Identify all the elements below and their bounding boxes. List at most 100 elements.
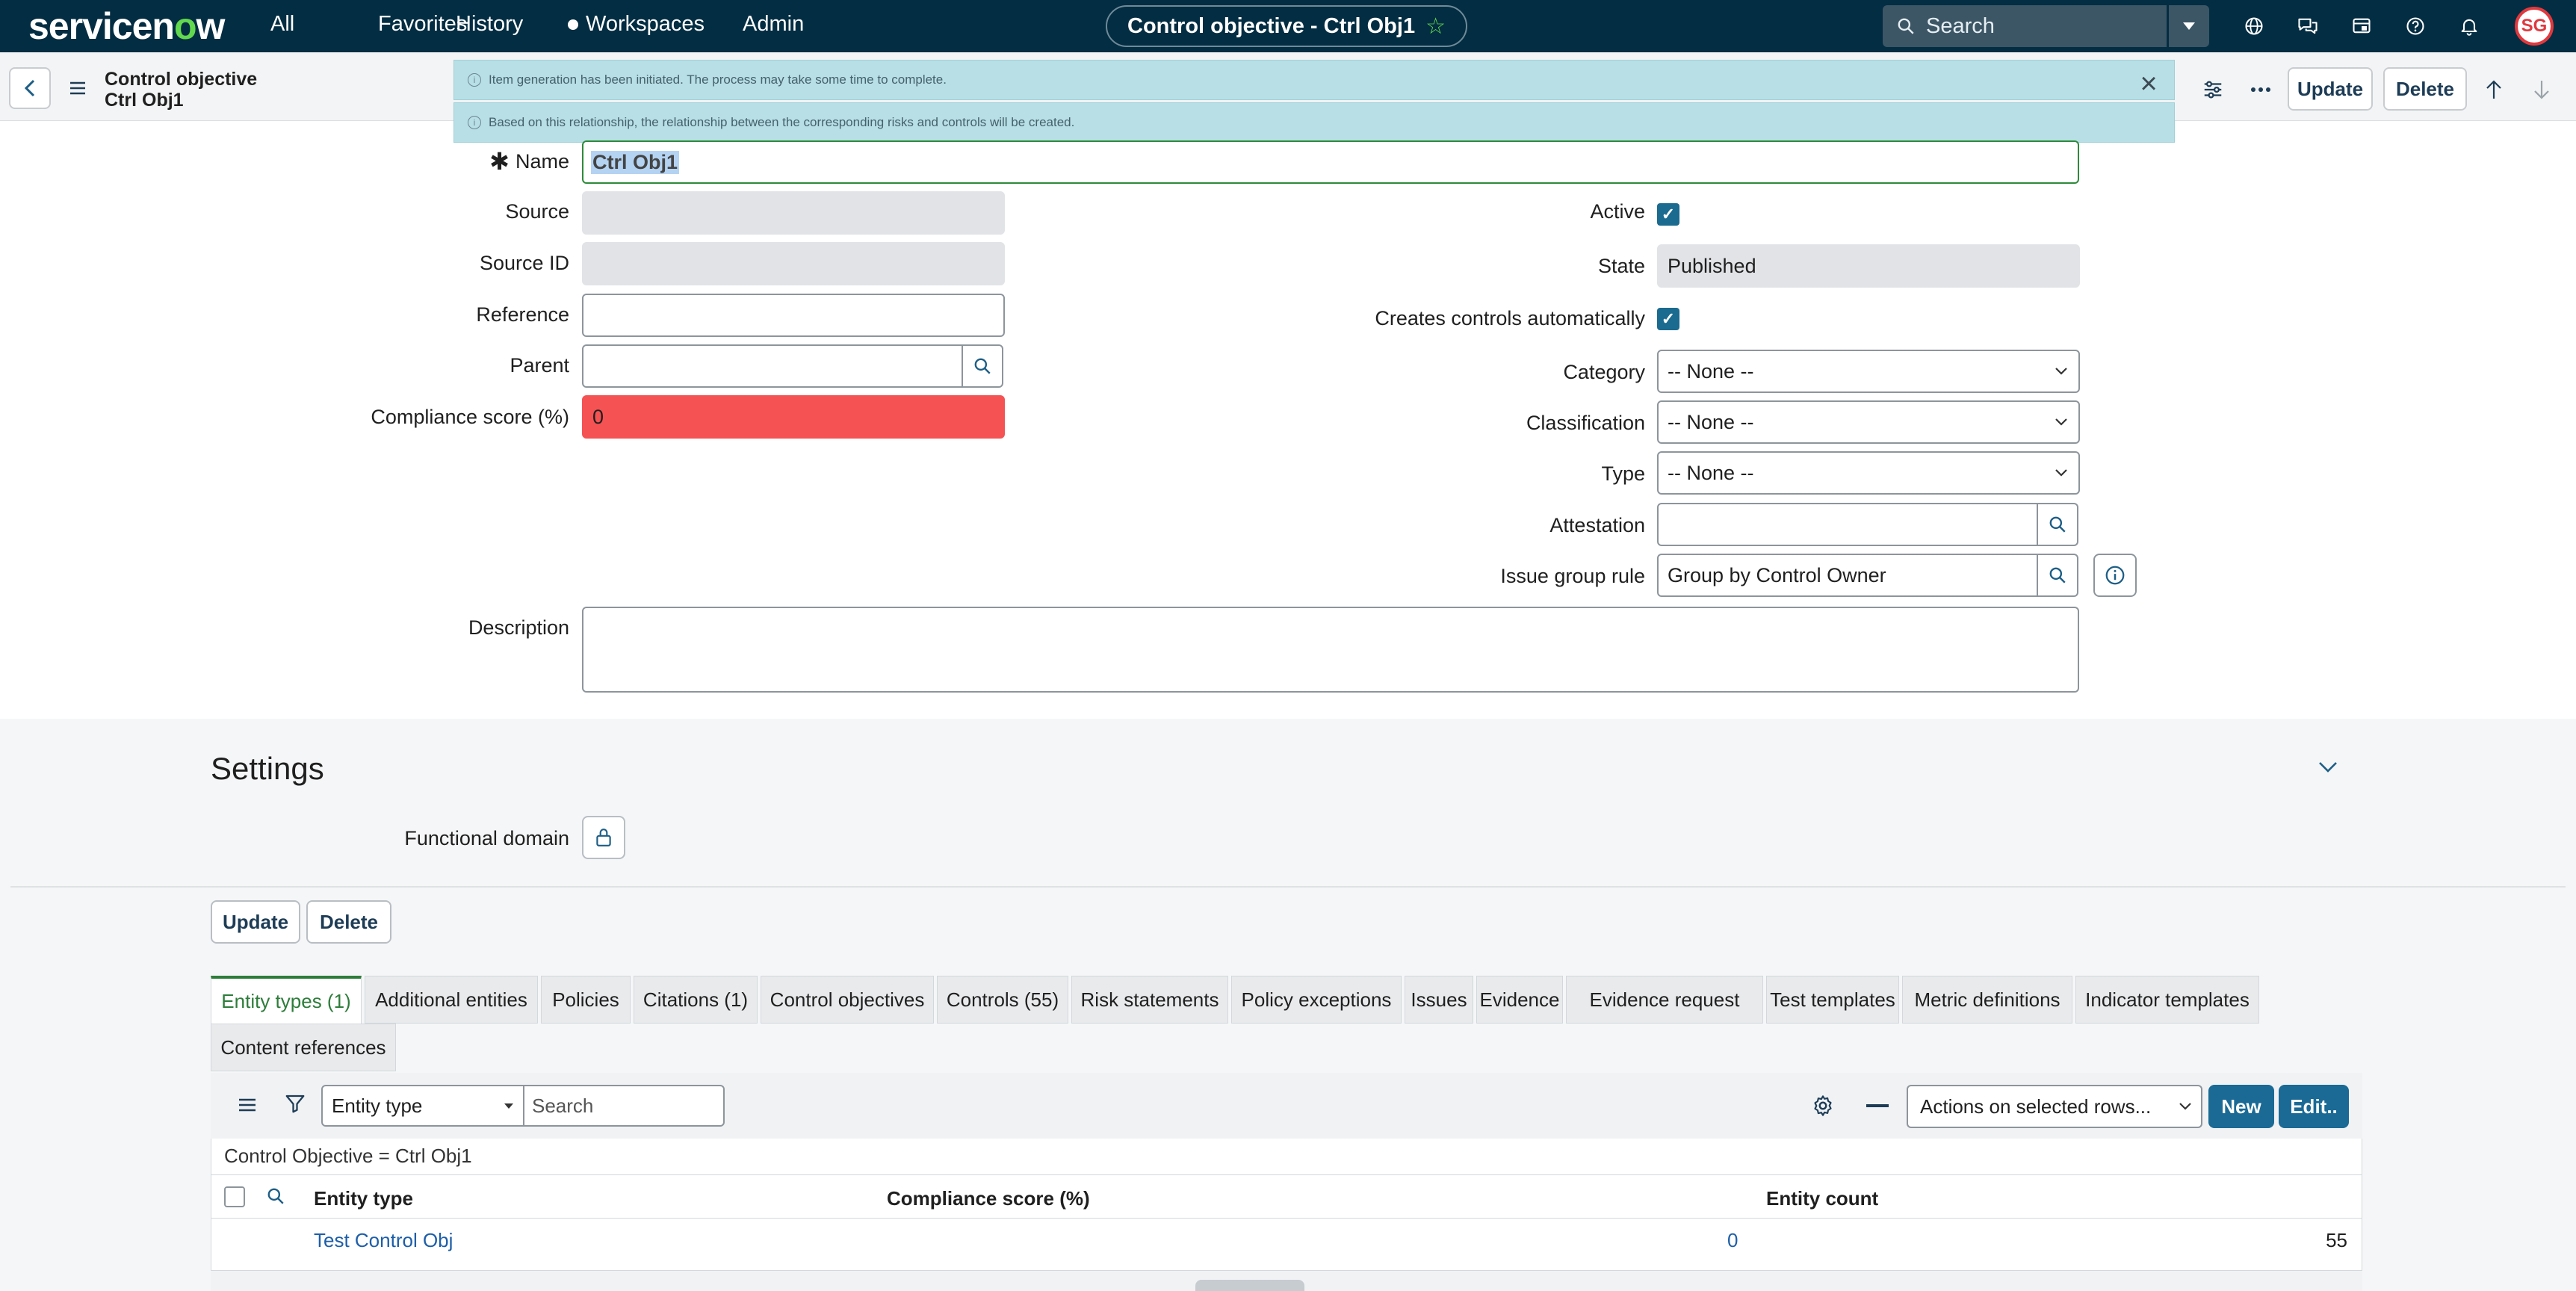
compliance-score-value: 0 [592, 405, 604, 428]
more-options-icon[interactable] [2246, 75, 2276, 105]
column-header-entity-type[interactable]: Entity type [314, 1187, 413, 1210]
user-avatar[interactable]: SG [2515, 7, 2554, 46]
table-name: Control objective [105, 69, 258, 90]
lock-icon [596, 829, 611, 846]
list-settings-gear-icon[interactable] [1811, 1094, 1836, 1119]
issue-group-rule-input[interactable]: Group by Control Owner [1657, 554, 2038, 597]
parent-lookup-button[interactable] [962, 344, 1003, 388]
entity-type-link[interactable]: Test Control Obj [314, 1229, 453, 1252]
category-value: -- None -- [1668, 359, 1754, 383]
creates-controls-checkbox[interactable]: ✓ [1657, 308, 1679, 330]
globe-icon[interactable] [2240, 12, 2268, 40]
issue-group-lookup-button[interactable] [2037, 554, 2078, 597]
tab-entity-types[interactable]: Entity types (1) [211, 976, 362, 1024]
search-scope-dropdown[interactable] [2167, 5, 2209, 47]
attestation-label: Attestation [1549, 514, 1645, 536]
workspace-switch-icon[interactable] [2347, 12, 2376, 40]
scrollbar-thumb[interactable] [1195, 1280, 1304, 1291]
column-header-entity-count[interactable]: Entity count [1766, 1187, 1878, 1210]
close-notification-icon[interactable]: × [2134, 67, 2164, 100]
category-label: Category [1563, 361, 1645, 383]
category-select[interactable]: -- None -- [1657, 350, 2080, 393]
caret-down-icon [2183, 22, 2195, 30]
record-title-pill[interactable]: Control objective - Ctrl Obj1 ☆ [1106, 5, 1467, 47]
filter-icon[interactable] [284, 1092, 308, 1116]
tab-additional-entities[interactable]: Additional entities [365, 976, 538, 1024]
description-label: Description [468, 616, 569, 639]
notifications-bell-icon[interactable] [2455, 12, 2483, 40]
personalize-form-icon[interactable] [2198, 75, 2228, 105]
previous-record-arrow-icon[interactable] [2479, 75, 2509, 105]
source-id-field [582, 242, 1005, 285]
edit-button[interactable]: Edit.. [2279, 1085, 2349, 1128]
help-icon[interactable] [2401, 12, 2430, 40]
update-button[interactable]: Update [211, 900, 300, 944]
select-all-checkbox[interactable] [224, 1186, 245, 1207]
tab-evidence-request[interactable]: Evidence request [1566, 976, 1763, 1024]
list-context-menu-icon[interactable] [236, 1095, 258, 1115]
search-field-select[interactable]: Entity type [321, 1085, 524, 1127]
search-icon [2049, 567, 2066, 583]
divider [10, 886, 2566, 888]
info-notification: i Based on this relationship, the relati… [453, 102, 2175, 143]
collapse-settings-icon[interactable] [2313, 755, 2343, 780]
attestation-lookup-button[interactable] [2037, 503, 2078, 546]
reference-input[interactable] [582, 294, 1005, 337]
workspaces-dot-icon [568, 19, 578, 31]
tab-policy-exceptions[interactable]: Policy exceptions [1231, 976, 1402, 1024]
horizontal-scrollbar[interactable] [211, 1270, 2362, 1291]
name-field[interactable]: Ctrl Obj1 [582, 140, 2079, 184]
info-notification: i Item generation has been initiated. Th… [453, 60, 2175, 100]
nav-all[interactable]: All [270, 12, 294, 37]
tab-risk-statements[interactable]: Risk statements [1071, 976, 1228, 1024]
column-search-icon[interactable] [266, 1186, 285, 1206]
header-delete-button[interactable]: Delete [2383, 67, 2467, 111]
classification-select[interactable]: -- None -- [1657, 400, 2080, 444]
tab-citations[interactable]: Citations (1) [634, 976, 758, 1024]
list-filter-breadcrumb[interactable]: Control Objective = Ctrl Obj1 [224, 1145, 472, 1168]
type-select[interactable]: -- None -- [1657, 451, 2080, 495]
parent-input[interactable] [582, 344, 963, 388]
column-header-compliance-score[interactable]: Compliance score (%) [887, 1187, 1090, 1210]
next-record-arrow-icon[interactable] [2527, 75, 2557, 105]
chat-icon[interactable] [2294, 12, 2322, 40]
search-icon [974, 358, 991, 374]
tab-control-objectives[interactable]: Control objectives [761, 976, 934, 1024]
servicenow-logo[interactable]: servicenow [28, 4, 225, 48]
tab-indicator-templates[interactable]: Indicator templates [2075, 976, 2259, 1024]
creates-controls-label: Creates controls automatically [1375, 307, 1645, 329]
actions-on-selected-rows-select[interactable]: Actions on selected rows... [1907, 1085, 2202, 1128]
tab-metric-definitions[interactable]: Metric definitions [1902, 976, 2072, 1024]
reference-label: Reference [476, 303, 569, 326]
tab-test-templates[interactable]: Test templates [1766, 976, 1899, 1024]
list-search-input[interactable]: Search [523, 1085, 725, 1127]
nav-history[interactable]: History [456, 12, 523, 37]
tab-evidence[interactable]: Evidence [1476, 976, 1563, 1024]
description-textarea[interactable] [582, 607, 2079, 693]
actions-select-value: Actions on selected rows... [1920, 1095, 2152, 1118]
delete-button[interactable]: Delete [306, 900, 391, 944]
header-update-button[interactable]: Update [2288, 67, 2373, 111]
tab-content-references[interactable]: Content references [211, 1024, 396, 1071]
functional-domain-lock-button[interactable] [582, 816, 625, 859]
global-search-input[interactable]: Search [1883, 5, 2167, 47]
active-label: Active [1590, 200, 1645, 223]
nav-workspaces[interactable]: Workspaces [568, 12, 705, 37]
active-checkbox[interactable]: ✓ [1657, 203, 1679, 226]
nav-admin[interactable]: Admin [743, 12, 804, 37]
tab-policies[interactable]: Policies [541, 976, 631, 1024]
tab-controls[interactable]: Controls (55) [937, 976, 1068, 1024]
info-circle-icon [2105, 566, 2125, 585]
form-context-menu-icon[interactable] [67, 79, 88, 97]
back-button[interactable] [9, 67, 51, 109]
compliance-score-link[interactable]: 0 [1727, 1229, 1738, 1252]
new-button[interactable]: New [2208, 1085, 2274, 1128]
favorite-star-icon[interactable]: ☆ [1425, 13, 1446, 40]
collapse-list-icon[interactable] [1866, 1104, 1889, 1107]
attestation-input[interactable] [1657, 503, 2038, 546]
nav-favorites[interactable]: Favorites [378, 12, 467, 37]
issue-group-rule-value: Group by Control Owner [1668, 563, 1886, 586]
issue-group-info-button[interactable] [2093, 554, 2137, 597]
tab-issues[interactable]: Issues [1405, 976, 1473, 1024]
search-placeholder: Search [1926, 13, 1995, 38]
